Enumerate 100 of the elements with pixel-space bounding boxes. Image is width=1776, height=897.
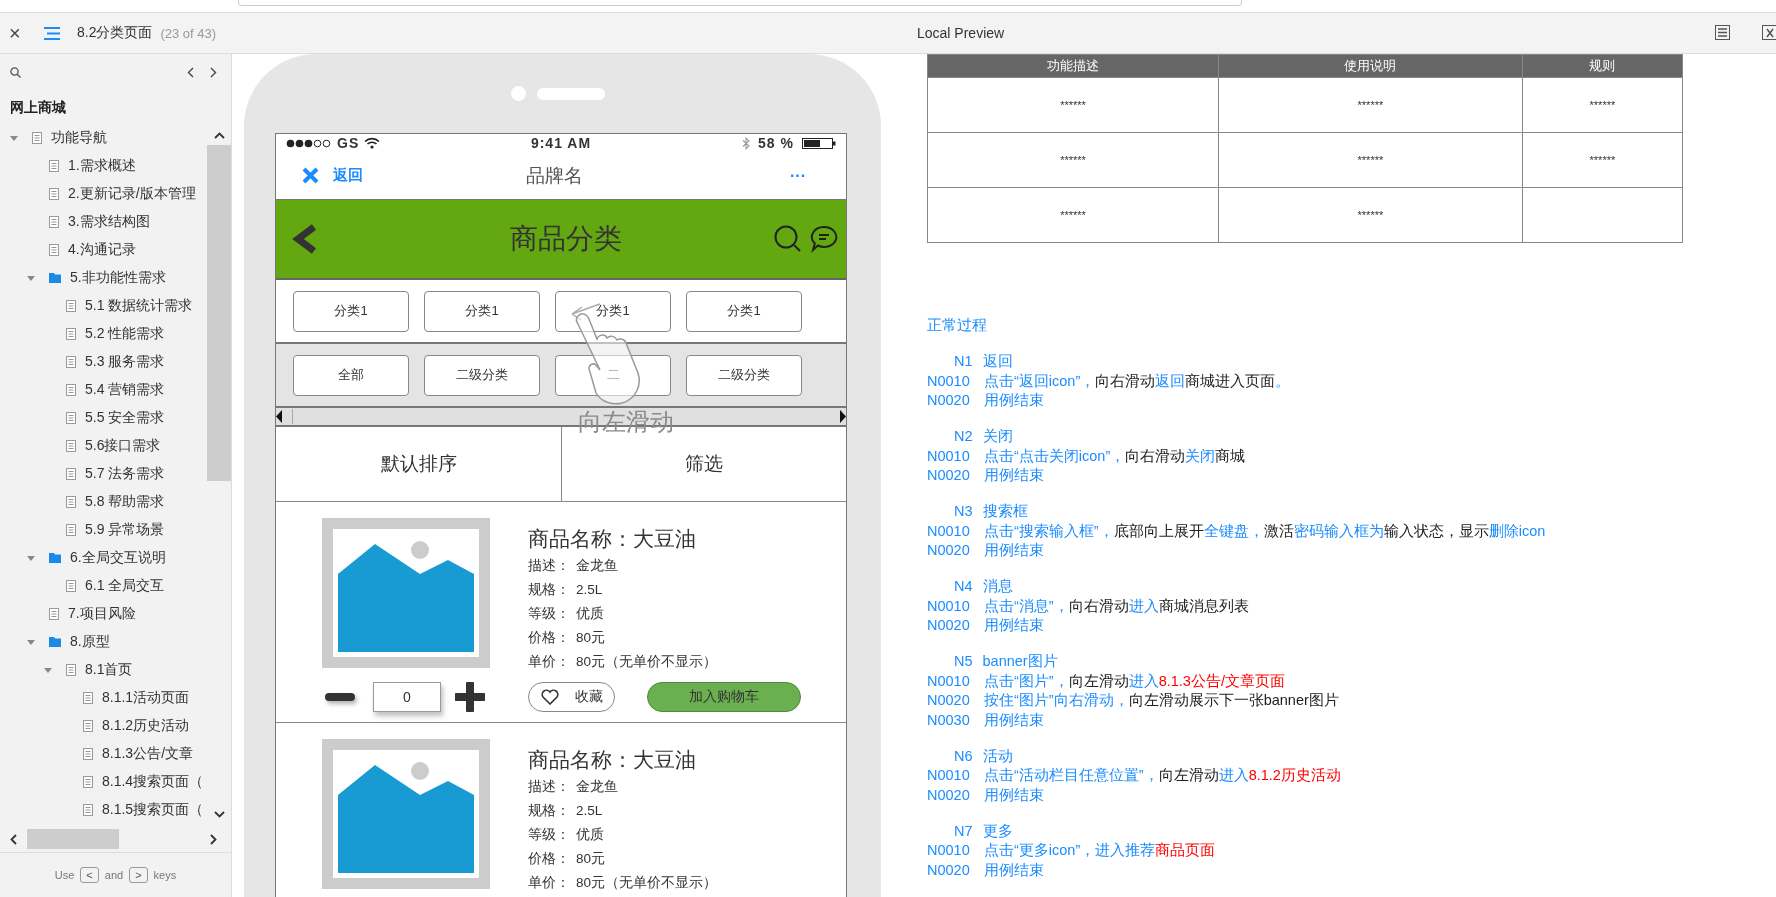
expand-arrow-icon[interactable] — [27, 274, 35, 282]
category-button[interactable]: 分类1 — [424, 290, 540, 332]
scroll-down-icon[interactable] — [213, 811, 225, 818]
add-to-cart-button[interactable]: 加入购物车 — [647, 682, 801, 712]
tree-item[interactable]: 8.1.3公告/文章 — [102, 745, 194, 763]
next-page-icon[interactable] — [210, 66, 217, 78]
close-icon[interactable] — [302, 167, 319, 184]
tree-item[interactable]: 5.3 服务需求 — [85, 353, 165, 371]
table-cell: ****** — [1357, 209, 1384, 221]
flow-title: 正常过程 — [927, 316, 988, 335]
step-description: 用例结束 — [984, 786, 1044, 803]
preview-title: Local Preview — [917, 25, 1005, 41]
expand-arrow-icon[interactable] — [10, 134, 18, 142]
step-title: 活动 — [982, 747, 1013, 764]
favorite-button[interactable]: 收藏 — [528, 682, 615, 712]
expand-arrow-icon[interactable] — [27, 638, 35, 646]
hint-text: keys — [153, 869, 177, 881]
category-button[interactable]: 分类1 — [293, 290, 409, 332]
search-icon[interactable] — [10, 66, 21, 78]
chat-bubble-icon[interactable] — [810, 225, 838, 253]
page-icon — [49, 188, 59, 200]
table-cell: ****** — [1357, 99, 1384, 111]
detail-label: 价格： — [528, 850, 570, 868]
detail-label: 价格： — [528, 629, 570, 647]
table-cell: ****** — [1060, 154, 1086, 166]
subcategory-button[interactable]: 全部 — [293, 354, 409, 396]
scroll-right-icon[interactable] — [210, 833, 217, 845]
list-icon[interactable] — [1715, 25, 1730, 40]
tree-item[interactable]: 8.1.5搜索页面（ — [102, 801, 204, 819]
search-icon[interactable] — [774, 225, 802, 253]
tree-item[interactable]: 8.原型 — [70, 633, 110, 651]
tree-item[interactable]: 5.4 营销需求 — [85, 381, 165, 399]
step-code: N0010 — [927, 766, 971, 785]
scroll-left-icon[interactable] — [276, 410, 282, 423]
page-icon — [49, 244, 59, 256]
tree-item[interactable]: 5.8 帮助需求 — [85, 493, 165, 511]
detail-label: 等级： — [528, 826, 570, 844]
close-button[interactable]: × — [9, 21, 27, 45]
sort-tab[interactable]: 默认排序 — [276, 427, 562, 501]
previous-page-icon[interactable] — [187, 66, 194, 78]
category-button[interactable]: 分类1 — [686, 290, 802, 332]
scroll-thumb[interactable] — [207, 145, 231, 481]
tree-item[interactable]: 7.项目风险 — [68, 605, 136, 623]
key-cap: < — [80, 867, 99, 883]
tree-item[interactable]: 8.1.4搜索页面（ — [102, 773, 204, 791]
page-icon — [66, 524, 76, 536]
tree-item[interactable]: 4.沟通记录 — [68, 241, 136, 259]
tree-item[interactable]: 3.需求结构图 — [68, 213, 150, 231]
page-icon — [66, 300, 76, 312]
table-cell: ****** — [1589, 154, 1616, 166]
table-cell: ****** — [1357, 154, 1384, 166]
tree-item[interactable]: 8.1.2历史活动 — [102, 717, 190, 735]
tree-item[interactable]: 8.1首页 — [85, 661, 133, 679]
back-chevron-icon[interactable] — [292, 224, 318, 254]
step-title: 消息 — [982, 578, 1013, 594]
expand-arrow-icon[interactable] — [27, 554, 35, 562]
heart-icon — [540, 689, 559, 705]
step-description: 点击“搜索输入框”，底部向上展开全键盘，激活密码输入框为输入状态，显示删除icon — [984, 522, 1546, 539]
step-code: N0030 — [927, 710, 971, 730]
hint-text: and — [104, 869, 124, 881]
page-icon — [32, 132, 42, 144]
step-title: 搜索框 — [982, 503, 1028, 519]
step-id: N6 — [954, 747, 973, 764]
detail-value: 金龙鱼 — [576, 778, 618, 796]
page-count: (23 of 43) — [160, 25, 217, 41]
tree-item[interactable]: 8.1.1活动页面 — [102, 689, 190, 707]
detail-value: 优质 — [576, 826, 604, 844]
quantity-field[interactable]: 0 — [373, 682, 441, 712]
scroll-left-icon[interactable] — [10, 833, 17, 845]
subcategory-button[interactable]: 二级分类 — [424, 354, 540, 396]
detail-label: 等级： — [528, 605, 570, 623]
scroll-thumb[interactable] — [27, 829, 119, 849]
x-box-icon[interactable] — [1762, 25, 1776, 40]
column-header: 使用说明 — [1218, 54, 1523, 78]
tree-item[interactable]: 5.6接口需求 — [85, 437, 161, 455]
page-icon — [66, 664, 76, 676]
step-code: N0010 — [927, 671, 971, 691]
menu-icon[interactable] — [44, 26, 60, 40]
step-description: 用例结束 — [984, 617, 1044, 633]
subcategory-button[interactable]: 二级分类 — [686, 354, 802, 396]
category-button[interactable]: 分类1 — [555, 290, 671, 332]
tree-item[interactable]: 5.5 安全需求 — [85, 409, 165, 427]
tree-item[interactable]: 5.9 异常场景 — [85, 521, 165, 539]
step-code: N0010 — [927, 596, 971, 616]
tree-item[interactable]: 6.1 全局交互 — [85, 577, 165, 595]
scroll-up-icon[interactable] — [213, 132, 225, 139]
scroll-right-icon[interactable] — [840, 410, 846, 423]
expand-arrow-icon[interactable] — [44, 666, 52, 674]
tree-item[interactable]: 5.7 法务需求 — [85, 465, 165, 483]
tree-item[interactable]: 5.2 性能需求 — [85, 325, 165, 343]
tree-item[interactable]: 1.需求概述 — [68, 157, 136, 175]
tree-item[interactable]: 5.非功能性需求 — [70, 269, 166, 287]
minus-icon[interactable] — [325, 693, 355, 701]
tree-item[interactable]: 2.更新记录/版本管理 — [68, 185, 196, 203]
tree-item[interactable]: 5.1 数据统计需求 — [85, 297, 193, 315]
tree-item[interactable]: 功能导航 — [51, 129, 107, 147]
plus-icon[interactable] — [455, 682, 485, 712]
step-description: 点击“消息”，向右滑动进入商城消息列表 — [984, 597, 1249, 614]
step-description: 点击“点击关闭icon”，向右滑动关闭商城 — [984, 447, 1246, 464]
tree-item[interactable]: 6.全局交互说明 — [70, 549, 166, 567]
